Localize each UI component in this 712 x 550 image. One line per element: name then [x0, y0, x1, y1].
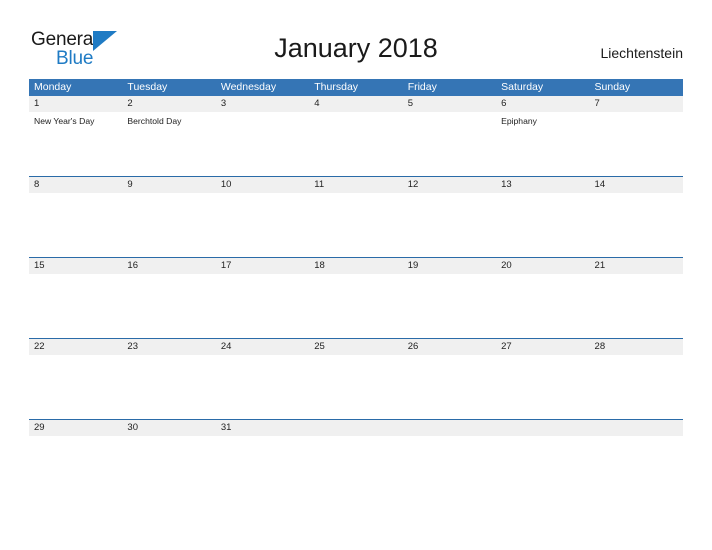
day-cell[interactable]	[590, 193, 683, 257]
week-date-band: 15 16 17 18 19 20 21	[29, 258, 683, 274]
day-cell[interactable]	[496, 274, 589, 338]
weekday-header-wednesday: Wednesday	[220, 81, 277, 93]
day-cell[interactable]	[122, 436, 215, 440]
date-number[interactable]: 18	[309, 258, 402, 274]
day-cell[interactable]	[29, 355, 122, 419]
weekday-header-tuesday: Tuesday	[127, 81, 168, 93]
date-number[interactable]: 12	[403, 177, 496, 193]
day-cell[interactable]	[403, 193, 496, 257]
date-number[interactable]: 29	[29, 420, 122, 436]
date-number[interactable]: 16	[122, 258, 215, 274]
weekday-header-monday: Monday	[34, 81, 72, 93]
week-row: 1 2 3 4 5 6 7 New Year's Day Berchtold D…	[29, 96, 683, 176]
day-cell[interactable]	[403, 274, 496, 338]
date-number[interactable]: 24	[216, 339, 309, 355]
date-number[interactable]: 25	[309, 339, 402, 355]
week-event-band	[29, 355, 683, 419]
day-cell[interactable]	[216, 274, 309, 338]
weekday-header-thursday: Thursday	[314, 81, 359, 93]
weekday-header-friday: Friday	[407, 81, 437, 93]
week-event-band: New Year's Day Berchtold Day Epiphany	[29, 112, 683, 176]
date-number[interactable]	[496, 420, 589, 436]
day-cell[interactable]	[29, 436, 122, 440]
day-cell[interactable]	[496, 436, 589, 440]
date-number[interactable]: 10	[216, 177, 309, 193]
day-cell[interactable]: Epiphany	[496, 112, 589, 176]
date-number[interactable]: 19	[403, 258, 496, 274]
date-number[interactable]: 26	[403, 339, 496, 355]
date-number[interactable]: 30	[122, 420, 215, 436]
date-number[interactable]: 8	[29, 177, 122, 193]
week-event-band	[29, 274, 683, 338]
day-cell[interactable]	[309, 355, 402, 419]
date-number[interactable]: 14	[590, 177, 683, 193]
date-number[interactable]: 31	[216, 420, 309, 436]
day-cell[interactable]	[216, 112, 309, 176]
date-number[interactable]: 21	[590, 258, 683, 274]
day-cell[interactable]	[309, 274, 402, 338]
week-row: 29 30 31	[29, 419, 683, 436]
event-label: Epiphany	[501, 116, 537, 126]
week-date-band: 29 30 31	[29, 420, 683, 436]
date-number[interactable]: 9	[122, 177, 215, 193]
date-number[interactable]: 17	[216, 258, 309, 274]
date-number[interactable]: 1	[29, 96, 122, 112]
day-cell[interactable]	[403, 112, 496, 176]
day-cell[interactable]: New Year's Day	[29, 112, 122, 176]
day-cell[interactable]	[216, 355, 309, 419]
week-row: 22 23 24 25 26 27 28	[29, 338, 683, 419]
page-header: General Blue January 2018 Liechtenstein	[0, 0, 712, 78]
date-number[interactable]	[590, 420, 683, 436]
day-cell[interactable]	[590, 112, 683, 176]
date-number[interactable]	[309, 420, 402, 436]
day-cell[interactable]	[590, 436, 683, 440]
week-date-band: 1 2 3 4 5 6 7	[29, 96, 683, 112]
date-number[interactable]: 22	[29, 339, 122, 355]
date-number[interactable]: 3	[216, 96, 309, 112]
country-label: Liechtenstein	[600, 45, 683, 61]
date-number[interactable]: 27	[496, 339, 589, 355]
day-cell[interactable]	[122, 193, 215, 257]
event-label: Berchtold Day	[127, 116, 182, 126]
date-number[interactable]: 7	[590, 96, 683, 112]
calendar-page: General Blue January 2018 Liechtenstein …	[0, 0, 712, 550]
date-number[interactable]	[403, 420, 496, 436]
day-cell[interactable]	[216, 436, 309, 440]
date-number[interactable]: 23	[122, 339, 215, 355]
day-cell[interactable]	[309, 436, 402, 440]
date-number[interactable]: 6	[496, 96, 589, 112]
date-number[interactable]: 11	[309, 177, 402, 193]
week-row: 15 16 17 18 19 20 21	[29, 257, 683, 338]
week-row: 8 9 10 11 12 13 14	[29, 176, 683, 257]
day-cell[interactable]	[29, 193, 122, 257]
date-number[interactable]: 13	[496, 177, 589, 193]
day-cell[interactable]	[29, 274, 122, 338]
day-cell[interactable]: Berchtold Day	[122, 112, 215, 176]
calendar-grid: Monday Tuesday Wednesday Thursday Friday…	[29, 79, 683, 436]
weekday-header-row: Monday Tuesday Wednesday Thursday Friday…	[29, 79, 683, 96]
day-cell[interactable]	[309, 193, 402, 257]
day-cell[interactable]	[590, 355, 683, 419]
week-event-band	[29, 193, 683, 257]
day-cell[interactable]	[216, 193, 309, 257]
day-cell[interactable]	[590, 274, 683, 338]
date-number[interactable]: 20	[496, 258, 589, 274]
date-number[interactable]: 15	[29, 258, 122, 274]
day-cell[interactable]	[403, 436, 496, 440]
week-date-band: 22 23 24 25 26 27 28	[29, 339, 683, 355]
weekday-header-sunday: Sunday	[594, 81, 631, 93]
date-number[interactable]: 5	[403, 96, 496, 112]
day-cell[interactable]	[122, 355, 215, 419]
day-cell[interactable]	[496, 355, 589, 419]
day-cell[interactable]	[496, 193, 589, 257]
event-label: New Year's Day	[34, 116, 95, 126]
date-number[interactable]: 4	[309, 96, 402, 112]
date-number[interactable]: 2	[122, 96, 215, 112]
day-cell[interactable]	[309, 112, 402, 176]
date-number[interactable]: 28	[590, 339, 683, 355]
day-cell[interactable]	[122, 274, 215, 338]
day-cell[interactable]	[403, 355, 496, 419]
week-date-band: 8 9 10 11 12 13 14	[29, 177, 683, 193]
weekday-header-saturday: Saturday	[501, 81, 544, 93]
